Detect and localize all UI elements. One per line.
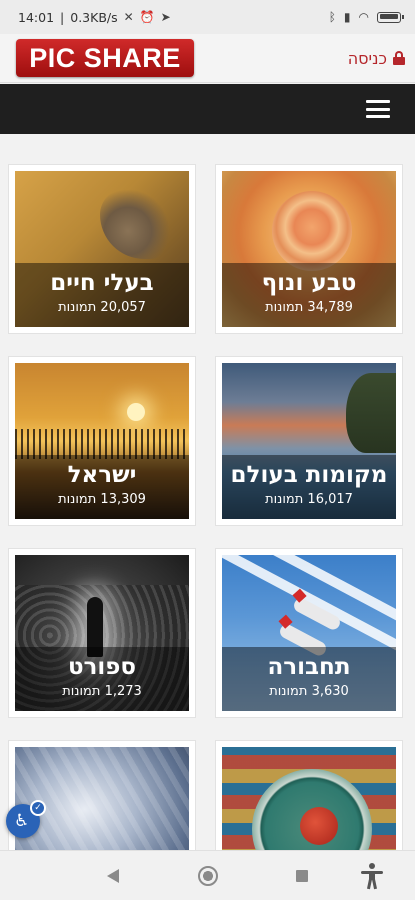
login-label: כניסה [347, 48, 387, 68]
battery-icon [377, 11, 404, 23]
wheelchair-icon: ♿ [14, 811, 30, 831]
animals-image: בעלי חיים 20,057 תמונות [15, 171, 189, 327]
card-count: 1,273 תמונות [62, 684, 142, 699]
card-caption: בעלי חיים 20,057 תמונות [15, 263, 189, 327]
status-bar-right: ᛒ ▮ ◠ [328, 10, 404, 24]
card-caption: ספורט 1,273 תמונות [15, 647, 189, 711]
card-count: 16,017 תמונות [265, 492, 353, 507]
card-title: ישראל [67, 462, 137, 488]
people-image [15, 747, 189, 850]
category-card-sport[interactable]: ספורט 1,273 תמונות [8, 548, 196, 718]
nav-bar [0, 84, 415, 134]
telegram-icon: ➤ [160, 10, 171, 24]
card-caption: מקומות בעולם 16,017 תמונות [222, 455, 396, 519]
recents-icon[interactable] [296, 870, 308, 882]
vibrate-off-icon: ✕ [123, 10, 134, 24]
world-places-image: מקומות בעולם 16,017 תמונות [222, 363, 396, 519]
home-icon[interactable] [198, 866, 218, 886]
accessibility-widget-button[interactable]: ♿ ✓ [6, 800, 46, 838]
wifi-icon: ◠ [358, 10, 369, 24]
nature-image: טבע ונוף 34,789 תמונות [222, 171, 396, 327]
card-caption: טבע ונוף 34,789 תמונות [222, 263, 396, 327]
card-title: בעלי חיים [50, 270, 154, 296]
bluetooth-icon: ᛒ [328, 10, 336, 24]
card-count: 20,057 תמונות [58, 300, 146, 315]
card-count: 13,309 תמונות [58, 492, 146, 507]
accessibility-icon[interactable] [360, 863, 384, 890]
category-grid: טבע ונוף 34,789 תמונות בעלי חיים 20,057 … [0, 134, 415, 850]
card-title: טבע ונוף [261, 270, 357, 296]
network-speed: 0.3KB/s [70, 9, 118, 25]
pic-share-logo[interactable]: PIC SHARE [16, 39, 194, 77]
system-navigation-bar [0, 850, 415, 900]
category-card-transportation[interactable]: תחבורה 3,630 תמונות [215, 548, 403, 718]
back-icon[interactable] [107, 869, 119, 883]
category-card-people[interactable] [8, 740, 196, 850]
israel-image: ישראל 13,309 תמונות [15, 363, 189, 519]
card-caption: תחבורה 3,630 תמונות [222, 647, 396, 711]
card-caption: ישראל 13,309 תמונות [15, 455, 189, 519]
alarm-icon: ⏰ [139, 10, 155, 24]
clock: 14:01 [18, 9, 55, 25]
category-card-nature[interactable]: טבע ונוף 34,789 תמונות [215, 164, 403, 334]
card-count: 3,630 תמונות [269, 684, 349, 699]
food-image [222, 747, 396, 850]
status-bar: 14:01 | 0.3KB/s ✕ ⏰ ➤ ᛒ ▮ ◠ [0, 0, 415, 34]
category-card-food[interactable] [215, 740, 403, 850]
lock-icon [393, 51, 405, 65]
sport-image: ספורט 1,273 תמונות [15, 555, 189, 711]
card-title: ספורט [67, 654, 137, 680]
site-header: PIC SHARE כניסה [0, 34, 415, 83]
checkmark-icon: ✓ [30, 800, 46, 816]
status-bar-left: 14:01 | 0.3KB/s ✕ ⏰ ➤ [18, 10, 171, 25]
category-card-animals[interactable]: בעלי חיים 20,057 תמונות [8, 164, 196, 334]
hamburger-menu-icon[interactable] [366, 100, 390, 118]
separator: | [60, 9, 65, 25]
card-title: מקומות בעולם [230, 462, 388, 488]
category-card-israel[interactable]: ישראל 13,309 תמונות [8, 356, 196, 526]
category-card-world-places[interactable]: מקומות בעולם 16,017 תמונות [215, 356, 403, 526]
signal-icon: ▮ [343, 10, 351, 24]
login-link[interactable]: כניסה [348, 49, 405, 68]
transportation-image: תחבורה 3,630 תמונות [222, 555, 396, 711]
card-count: 34,789 תמונות [265, 300, 353, 315]
card-title: תחבורה [267, 654, 351, 680]
